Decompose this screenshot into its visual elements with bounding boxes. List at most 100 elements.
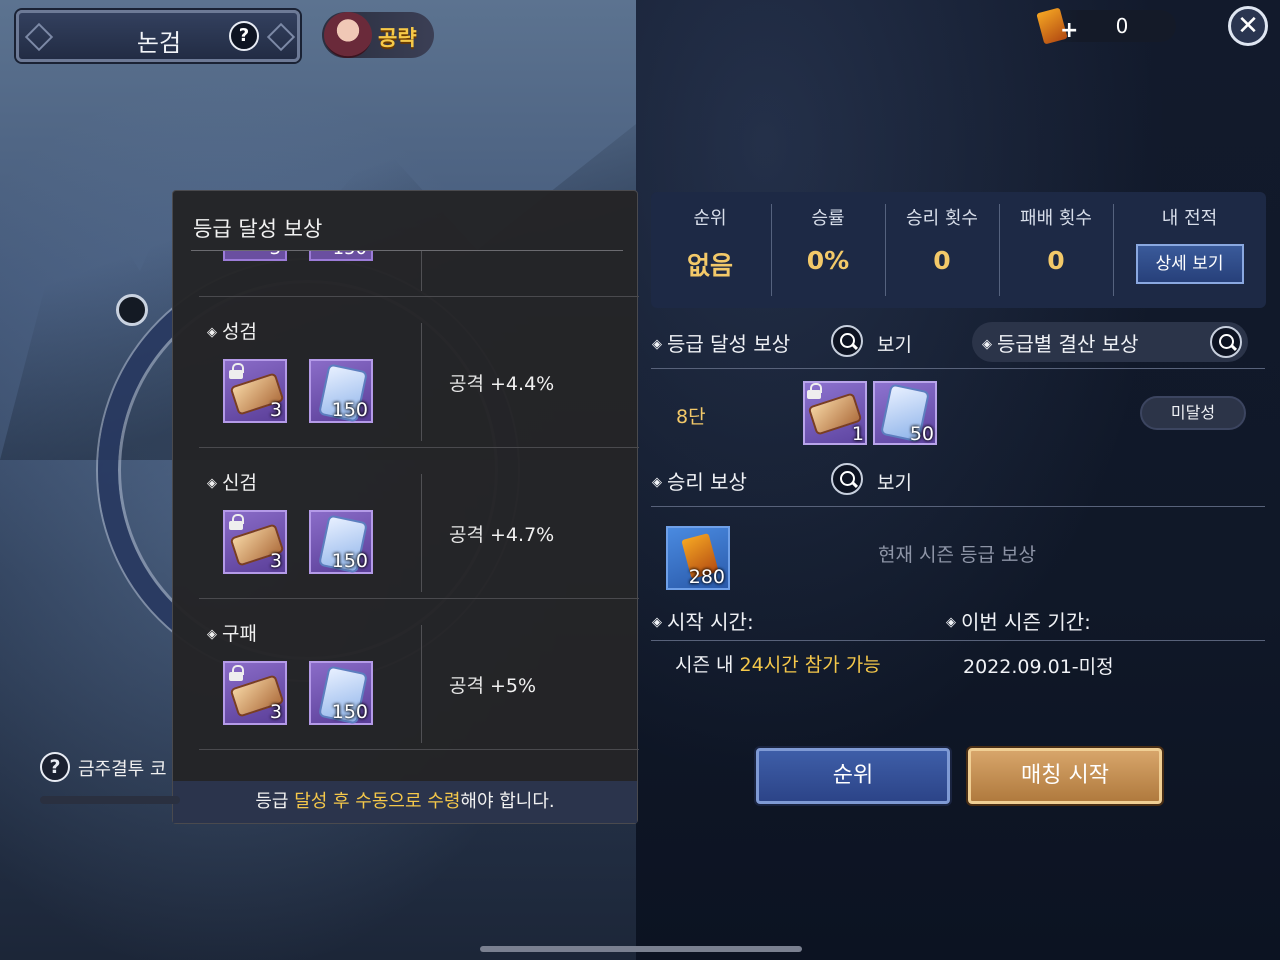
stat-value: +5% — [490, 675, 537, 697]
status-badge: 미달성 — [1140, 396, 1246, 430]
item-count: 3 — [269, 399, 282, 421]
season-settlement-reward-tab[interactable]: 등급별 결산 보상 — [972, 322, 1248, 362]
divider — [651, 640, 1265, 641]
currency-value: 0 — [1115, 14, 1129, 38]
list-item: 신검 3 150 공격 +4.7% — [199, 448, 639, 599]
skill-book-item[interactable]: 3 — [223, 510, 287, 574]
reward-item: 150 — [309, 251, 373, 261]
winrate-label: 승률 — [811, 208, 845, 229]
skill-book-item[interactable]: 3 — [223, 359, 287, 423]
scroll-item[interactable]: 150 — [309, 661, 373, 725]
lock-icon — [229, 514, 244, 530]
item-count: 150 — [333, 251, 367, 259]
rank-name: 구패 — [207, 619, 257, 646]
winrate-value: 0% — [806, 246, 850, 275]
search-icon[interactable] — [831, 463, 863, 495]
guide-button[interactable]: 공략 — [322, 12, 434, 58]
lock-icon — [229, 665, 244, 681]
reward-list[interactable]: 3 150 성검 3 150 공격 +4.4% 신검 3 — [199, 251, 639, 785]
item-count: 3 — [270, 251, 281, 259]
rank-stat: 순위 없음 — [651, 192, 769, 308]
title-bar: 논검 ? — [16, 10, 300, 62]
stat-bonus: 공격 +4.4% — [449, 369, 554, 396]
item-count: 1 — [851, 423, 864, 445]
lock-icon — [229, 363, 244, 379]
item-count: 3 — [269, 550, 282, 572]
winrate-stat: 승률 0% — [771, 192, 885, 308]
losses-value: 0 — [1047, 246, 1065, 275]
guide-label: 공략 — [378, 26, 417, 50]
item-count: 280 — [688, 566, 725, 588]
divider — [421, 474, 422, 592]
scroll-item[interactable]: 150 — [309, 510, 373, 574]
item-count: 150 — [331, 399, 368, 421]
weekly-coin-label: 금주결투 코 — [78, 759, 167, 780]
notice-text: 등급 — [255, 791, 295, 812]
item-count: 50 — [909, 423, 934, 445]
notice-highlight: 달성 후 수동으로 수령 — [294, 791, 461, 812]
season-period-title: 이번 시즌 기간: — [946, 606, 1091, 635]
current-tier: 8단 — [676, 406, 706, 428]
ticket-item[interactable]: 280 — [666, 526, 730, 590]
ranking-button[interactable]: 순위 — [756, 748, 950, 804]
list-item: 성검 3 150 공격 +4.4% — [199, 297, 639, 448]
home-indicator[interactable] — [480, 946, 802, 952]
rank-value: 없음 — [686, 251, 733, 280]
losses-label: 패배 횟수 — [1020, 208, 1092, 229]
ring-marker — [116, 294, 148, 326]
view-label[interactable]: 보기 — [877, 468, 912, 495]
record-stat: 내 전적 상세 보기 — [1113, 192, 1266, 308]
add-currency-button[interactable]: + — [1060, 18, 1078, 43]
character-avatar — [324, 12, 372, 58]
close-button[interactable]: ✕ — [1228, 6, 1268, 46]
divider — [421, 251, 422, 291]
stats-panel: 순위 없음 승률 0% 승리 횟수 0 패배 횟수 0 내 전적 상세 보기 — [651, 192, 1266, 308]
item-art: 1 — [803, 381, 867, 445]
stat-key: 공격 — [449, 675, 484, 697]
popup-title: 등급 달성 보상 — [193, 217, 323, 241]
tier-reward-title: 등급 달성 보상 — [652, 328, 790, 357]
rank-reward-popup: 등급 달성 보상 3 150 성검 3 150 공격 +4.4% 신검 — [172, 190, 639, 824]
wins-stat: 승리 횟수 0 — [885, 192, 999, 308]
search-icon[interactable] — [1210, 326, 1242, 358]
popup-footer-notice: 등급 달성 후 수동으로 수령해야 합니다. — [173, 781, 637, 823]
skill-book-item[interactable]: 3 — [223, 661, 287, 725]
stat-key: 공격 — [449, 524, 484, 546]
stat-key: 공격 — [449, 373, 484, 395]
stat-value: +4.7% — [490, 524, 555, 546]
scroll-item[interactable]: 150 — [309, 359, 373, 423]
stat-bonus: 공격 +5% — [449, 671, 536, 698]
help-button[interactable]: ? — [229, 21, 259, 51]
stat-value: +4.4% — [490, 373, 555, 395]
detail-view-button[interactable]: 상세 보기 — [1135, 244, 1244, 284]
currency-display: + 0 — [1036, 7, 1176, 45]
record-label: 내 전적 — [1161, 208, 1218, 229]
view-label[interactable]: 보기 — [877, 330, 912, 357]
start-time-value: 시즌 내 24시간 참가 가능 — [675, 650, 881, 677]
divider — [421, 323, 422, 441]
lock-icon — [807, 383, 822, 399]
search-icon[interactable] — [831, 325, 863, 357]
item-count: 150 — [331, 550, 368, 572]
divider — [651, 368, 1265, 369]
start-time-text: 시즌 내 — [675, 654, 740, 676]
rank-name: 신검 — [207, 468, 257, 495]
start-time-title: 시작 시간: — [652, 606, 754, 635]
wins-label: 승리 횟수 — [906, 208, 978, 229]
item-count: 3 — [269, 701, 282, 723]
list-item: 구패 3 150 공격 +5% — [199, 599, 639, 750]
scroll-item[interactable]: 50 — [873, 381, 937, 445]
reward-item: 3 — [223, 251, 287, 261]
coin-progress-bar — [40, 796, 180, 804]
season-tab-label: 등급별 결산 보상 — [982, 328, 1139, 357]
notice-text: 해야 합니다. — [460, 791, 555, 812]
start-matching-button[interactable]: 매칭 시작 — [968, 748, 1162, 804]
season-reward-text: 현재 시즌 등급 보상 — [878, 544, 1036, 566]
list-item: 3 150 — [199, 251, 639, 297]
help-icon[interactable]: ? — [40, 752, 70, 782]
start-time-highlight: 24시간 참가 가능 — [739, 654, 881, 676]
losses-stat: 패배 횟수 0 — [999, 192, 1113, 308]
stat-bonus: 공격 +4.7% — [449, 520, 554, 547]
item-count: 150 — [331, 701, 368, 723]
skill-book-item[interactable]: 1 — [803, 381, 867, 445]
